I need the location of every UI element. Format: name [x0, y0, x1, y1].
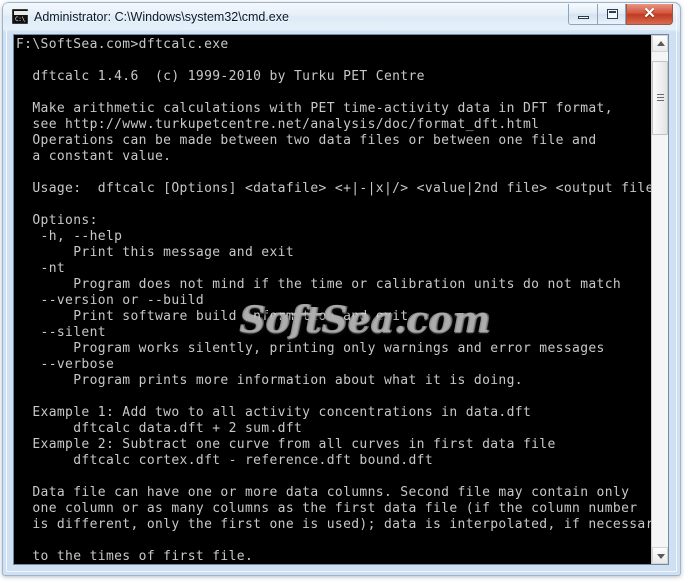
- console-icon-body: C:\: [12, 9, 28, 24]
- title-bar[interactable]: C:\ Administrator: C:\Windows\system32\c…: [3, 3, 676, 30]
- maximize-button[interactable]: [597, 4, 626, 25]
- console-line: Print software build information and exi…: [16, 309, 409, 324]
- scrollbar-grip-icon: [657, 94, 664, 102]
- console-line: to the times of first file.: [16, 549, 254, 564]
- minimize-icon: [578, 16, 589, 19]
- console-line: dftcalc data.dft + 2 sum.dft: [16, 421, 303, 436]
- console-line: Options:: [16, 213, 98, 228]
- console-line: -h, --help: [16, 229, 123, 244]
- console-line: Make arithmetic calculations with PET ti…: [16, 101, 613, 116]
- close-button[interactable]: ✕: [626, 4, 673, 25]
- console-line: --version or --build: [16, 293, 205, 308]
- maximize-icon: [607, 9, 618, 19]
- console-icon-label: C:\: [15, 16, 25, 23]
- cmd-window: C:\ Administrator: C:\Windows\system32\c…: [0, 0, 691, 583]
- close-icon: ✕: [643, 6, 656, 22]
- scroll-down-button[interactable]: [652, 547, 668, 564]
- console-line: dftcalc cortex.dft - reference.dft bound…: [16, 453, 434, 468]
- console-line: Usage: dftcalc [Options] <datafile> <+|-…: [16, 181, 662, 196]
- console-line: Operations can be made between two data …: [16, 133, 597, 148]
- console-line: Program does not mind if the time or cal…: [16, 277, 622, 292]
- maximize-icon-bar: [609, 11, 616, 13]
- scroll-up-button[interactable]: [652, 35, 668, 52]
- console-line: one column or as many columns as the fir…: [16, 501, 638, 516]
- minimize-button[interactable]: [568, 4, 597, 25]
- console-line: --verbose: [16, 357, 115, 372]
- console-line: Data file can have one or more data colu…: [16, 485, 630, 500]
- console-line: is different, only the first one is used…: [16, 517, 669, 532]
- scroll-up-arrow-icon: [657, 41, 665, 46]
- console-line: -nt: [16, 261, 66, 276]
- scroll-down-arrow-icon: [657, 554, 665, 559]
- scrollbar-track[interactable]: [652, 52, 668, 547]
- console-line: see http://www.turkupetcentre.net/analys…: [16, 117, 540, 132]
- vertical-scrollbar[interactable]: [651, 35, 668, 564]
- console-line: a constant value.: [16, 149, 172, 164]
- console-line: F:\SoftSea.com>dftcalc.exe: [16, 37, 229, 52]
- console-line: dftcalc 1.4.6 (c) 1999-2010 by Turku PET…: [16, 69, 425, 84]
- console-icon: C:\: [12, 9, 28, 24]
- console-line: Example 1: Add two to all activity conce…: [16, 405, 532, 420]
- console-icon-titlebar: [14, 11, 28, 15]
- console-line: Example 2: Subtract one curve from all c…: [16, 437, 556, 452]
- window-title: Administrator: C:\Windows\system32\cmd.e…: [34, 10, 289, 24]
- console-line: --silent: [16, 325, 106, 340]
- console-line: Program works silently, printing only wa…: [16, 341, 605, 356]
- console-line: Program prints more information about wh…: [16, 373, 523, 388]
- console-client-area[interactable]: F:\SoftSea.com>dftcalc.exe dftcalc 1.4.6…: [13, 34, 669, 565]
- console-output: F:\SoftSea.com>dftcalc.exe dftcalc 1.4.6…: [16, 37, 669, 564]
- caption-button-group: ✕: [568, 4, 673, 26]
- console-line: Print this message and exit: [16, 245, 295, 260]
- scrollbar-thumb[interactable]: [652, 61, 668, 135]
